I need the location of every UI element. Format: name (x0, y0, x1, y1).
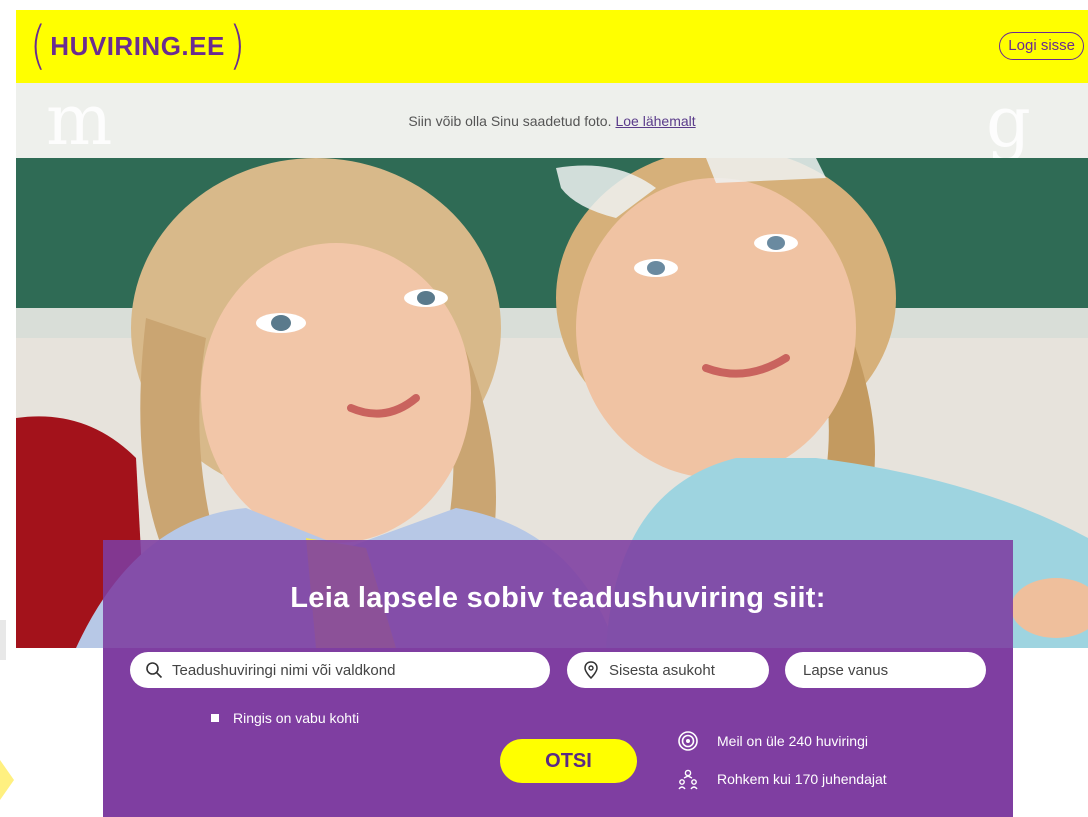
search-button[interactable]: OTSI (500, 739, 637, 783)
location-input[interactable]: Sisesta asukoht (567, 652, 769, 688)
location-placeholder: Sisesta asukoht (609, 662, 715, 679)
search-name-input[interactable]: Teadushuviringi nimi või valdkond (130, 652, 550, 688)
location-pin-icon (581, 660, 601, 680)
notice-text: Siin võib olla Sinu saadetud foto. (408, 113, 611, 129)
logo-right-paren: ) (229, 20, 245, 72)
read-more-link[interactable]: Loe lähemalt (615, 113, 695, 129)
free-spots-label: Ringis on vabu kohti (233, 710, 359, 726)
stat-instructors-text: Rohkem kui 170 juhendajat (717, 771, 887, 787)
logo-left-paren: ( (30, 20, 46, 72)
stat-instructors: Rohkem kui 170 juhendajat (677, 768, 887, 790)
chalk-letter-decoration: g (986, 81, 1031, 163)
search-name-placeholder: Teadushuviringi nimi või valdkond (172, 662, 395, 679)
page: ( HUVIRING.EE ) Logi sisse m g Siin võib… (0, 0, 1088, 817)
people-icon (677, 768, 699, 790)
logo-text: HUVIRING.EE (50, 31, 225, 62)
search-icon (144, 660, 164, 680)
age-input[interactable]: Lapse vanus (785, 652, 986, 688)
free-spots-filter[interactable]: Ringis on vabu kohti (211, 710, 359, 726)
stat-clubs-text: Meil on üle 240 huviringi (717, 733, 868, 749)
chalk-letter-decoration: m (46, 79, 112, 161)
login-button[interactable]: Logi sisse (999, 32, 1084, 60)
stat-clubs: Meil on üle 240 huviringi (677, 730, 868, 752)
age-placeholder: Lapse vanus (803, 662, 888, 679)
site-logo[interactable]: ( HUVIRING.EE ) (28, 20, 247, 72)
site-header: ( HUVIRING.EE ) Logi sisse (16, 10, 1088, 83)
target-icon (677, 730, 699, 752)
search-title: Leia lapsele sobiv teadushuviring siit: (103, 582, 1013, 615)
search-panel: Leia lapsele sobiv teadushuviring siit: … (103, 540, 1013, 817)
free-spots-checkbox[interactable] (211, 714, 219, 722)
photo-notice: m g Siin võib olla Sinu saadetud foto. L… (16, 83, 1088, 158)
